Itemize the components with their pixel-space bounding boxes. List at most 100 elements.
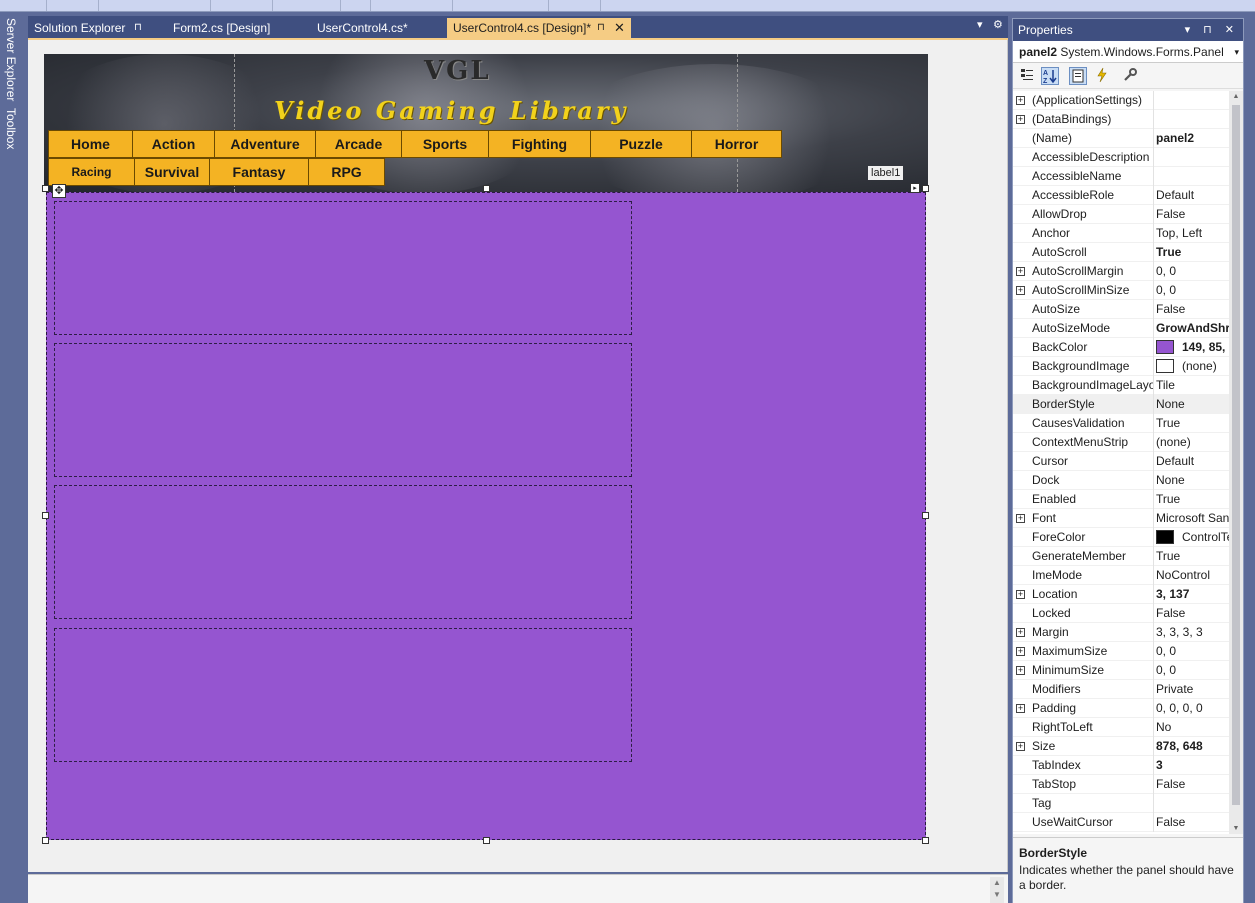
property-row[interactable]: + MaximumSize 0, 0: [1013, 642, 1229, 661]
properties-icon[interactable]: [1069, 67, 1087, 85]
toolbox-tab[interactable]: Toolbox: [4, 108, 18, 149]
nav-button-fighting[interactable]: Fighting: [488, 130, 591, 158]
property-row[interactable]: GenerateMember True: [1013, 547, 1229, 566]
property-value[interactable]: ControlText: [1156, 528, 1229, 546]
resize-handle[interactable]: [42, 837, 49, 844]
expand-icon[interactable]: +: [1016, 666, 1025, 675]
close-icon[interactable]: ✕: [614, 18, 625, 38]
window-controls-icon[interactable]: ▾ ⊓ ✕: [1185, 19, 1239, 41]
nav-button-fantasy[interactable]: Fantasy: [209, 158, 309, 186]
property-value[interactable]: No: [1156, 718, 1229, 736]
property-value[interactable]: 0, 0: [1156, 661, 1229, 679]
tab-form2-design[interactable]: Form2.cs [Design]: [167, 18, 312, 38]
tab-solution-explorer[interactable]: Solution Explorer ⊓: [28, 18, 168, 38]
property-value[interactable]: None: [1156, 471, 1229, 489]
property-value[interactable]: False: [1156, 205, 1229, 223]
property-value[interactable]: NoControl: [1156, 566, 1229, 584]
nav-button-action[interactable]: Action: [132, 130, 215, 158]
property-value[interactable]: 3, 137: [1156, 585, 1229, 603]
component-tray[interactable]: ▲ ▼: [28, 874, 1008, 903]
expand-icon[interactable]: +: [1016, 267, 1025, 276]
property-row[interactable]: Anchor Top, Left: [1013, 224, 1229, 243]
property-value[interactable]: 149, 85, 208: [1156, 338, 1229, 356]
nav-button-arcade[interactable]: Arcade: [315, 130, 402, 158]
property-row[interactable]: AutoSize False: [1013, 300, 1229, 319]
property-row[interactable]: + AutoScrollMinSize 0, 0: [1013, 281, 1229, 300]
move-icon[interactable]: ✥: [52, 184, 66, 198]
property-value[interactable]: False: [1156, 813, 1229, 831]
property-value[interactable]: Default: [1156, 452, 1229, 470]
expand-icon[interactable]: +: [1016, 96, 1025, 105]
events-icon[interactable]: [1093, 67, 1111, 85]
property-row[interactable]: (Name) panel2: [1013, 129, 1229, 148]
property-row[interactable]: BackColor 149, 85, 208: [1013, 338, 1229, 357]
chevron-down-icon[interactable]: ▾: [1234, 41, 1239, 62]
property-row[interactable]: BackgroundImage (none): [1013, 357, 1229, 376]
resize-handle[interactable]: [922, 512, 929, 519]
panel2[interactable]: [46, 192, 926, 840]
property-value[interactable]: Private: [1156, 680, 1229, 698]
tray-scrollbar[interactable]: ▲ ▼: [990, 877, 1004, 903]
nav-button-puzzle[interactable]: Puzzle: [590, 130, 692, 158]
property-row[interactable]: TabStop False: [1013, 775, 1229, 794]
property-row[interactable]: Tag: [1013, 794, 1229, 813]
property-value[interactable]: Microsoft Sans Serif: [1156, 509, 1229, 527]
tab-usercontrol4-design[interactable]: UserControl4.cs [Design]* ⊓ ✕: [447, 18, 631, 38]
resize-handle[interactable]: [922, 837, 929, 844]
property-value[interactable]: 0, 0: [1156, 642, 1229, 660]
sub-panel[interactable]: [54, 343, 632, 477]
property-row[interactable]: BorderStyle None: [1013, 395, 1229, 414]
property-row[interactable]: Dock None: [1013, 471, 1229, 490]
property-row[interactable]: AccessibleRole Default: [1013, 186, 1229, 205]
property-row[interactable]: + (DataBindings): [1013, 110, 1229, 129]
nav-button-home[interactable]: Home: [48, 130, 133, 158]
scroll-thumb[interactable]: [1232, 105, 1240, 805]
property-row[interactable]: + Font Microsoft Sans Serif: [1013, 509, 1229, 528]
nav-button-racing[interactable]: Racing: [48, 158, 135, 186]
design-surface[interactable]: VGL Video Gaming Library Home Action Adv…: [28, 40, 1008, 872]
property-row[interactable]: + Location 3, 137: [1013, 585, 1229, 604]
property-row[interactable]: + Margin 3, 3, 3, 3: [1013, 623, 1229, 642]
expand-icon[interactable]: +: [1016, 115, 1025, 124]
property-row[interactable]: + Size 878, 648: [1013, 737, 1229, 756]
categorized-icon[interactable]: [1018, 67, 1036, 85]
property-row[interactable]: AllowDrop False: [1013, 205, 1229, 224]
property-grid-scrollbar[interactable]: ▲ ▼: [1229, 91, 1243, 834]
property-value[interactable]: Tile: [1156, 376, 1229, 394]
scroll-down-icon[interactable]: ▼: [1229, 825, 1243, 832]
expand-icon[interactable]: +: [1016, 704, 1025, 713]
property-value[interactable]: None: [1156, 395, 1229, 413]
property-row[interactable]: CausesValidation True: [1013, 414, 1229, 433]
property-row[interactable]: + AutoScrollMargin 0, 0: [1013, 262, 1229, 281]
property-value[interactable]: True: [1156, 243, 1229, 261]
property-value[interactable]: 3, 3, 3, 3: [1156, 623, 1229, 641]
resize-handle[interactable]: [483, 185, 490, 192]
property-row[interactable]: + Padding 0, 0, 0, 0: [1013, 699, 1229, 718]
property-row[interactable]: ForeColor ControlText: [1013, 528, 1229, 547]
object-selector[interactable]: panel2 System.Windows.Forms.Panel ▾: [1013, 41, 1243, 63]
property-value[interactable]: (none): [1156, 433, 1229, 451]
expand-icon[interactable]: +: [1016, 590, 1025, 599]
property-value[interactable]: panel2: [1156, 129, 1229, 147]
smart-tag-icon[interactable]: ▸: [910, 183, 920, 193]
property-value[interactable]: True: [1156, 414, 1229, 432]
sub-panel[interactable]: [54, 201, 632, 335]
alphabetical-icon[interactable]: AZ: [1041, 67, 1059, 85]
property-value[interactable]: False: [1156, 604, 1229, 622]
nav-button-horror[interactable]: Horror: [691, 130, 782, 158]
property-row[interactable]: AutoSizeMode GrowAndShrink: [1013, 319, 1229, 338]
expand-icon[interactable]: +: [1016, 628, 1025, 637]
resize-handle[interactable]: [42, 185, 49, 192]
property-row[interactable]: ContextMenuStrip (none): [1013, 433, 1229, 452]
resize-handle[interactable]: [922, 185, 929, 192]
property-value[interactable]: 0, 0, 0, 0: [1156, 699, 1229, 717]
label-control[interactable]: label1: [868, 166, 904, 180]
property-value[interactable]: 3: [1156, 756, 1229, 774]
property-row[interactable]: Locked False: [1013, 604, 1229, 623]
gear-icon[interactable]: ⚙: [993, 18, 1003, 31]
tab-usercontrol4-code[interactable]: UserControl4.cs*: [311, 18, 448, 38]
nav-button-survival[interactable]: Survival: [134, 158, 210, 186]
nav-button-adventure[interactable]: Adventure: [214, 130, 316, 158]
property-value[interactable]: Top, Left: [1156, 224, 1229, 242]
nav-button-sports[interactable]: Sports: [401, 130, 489, 158]
